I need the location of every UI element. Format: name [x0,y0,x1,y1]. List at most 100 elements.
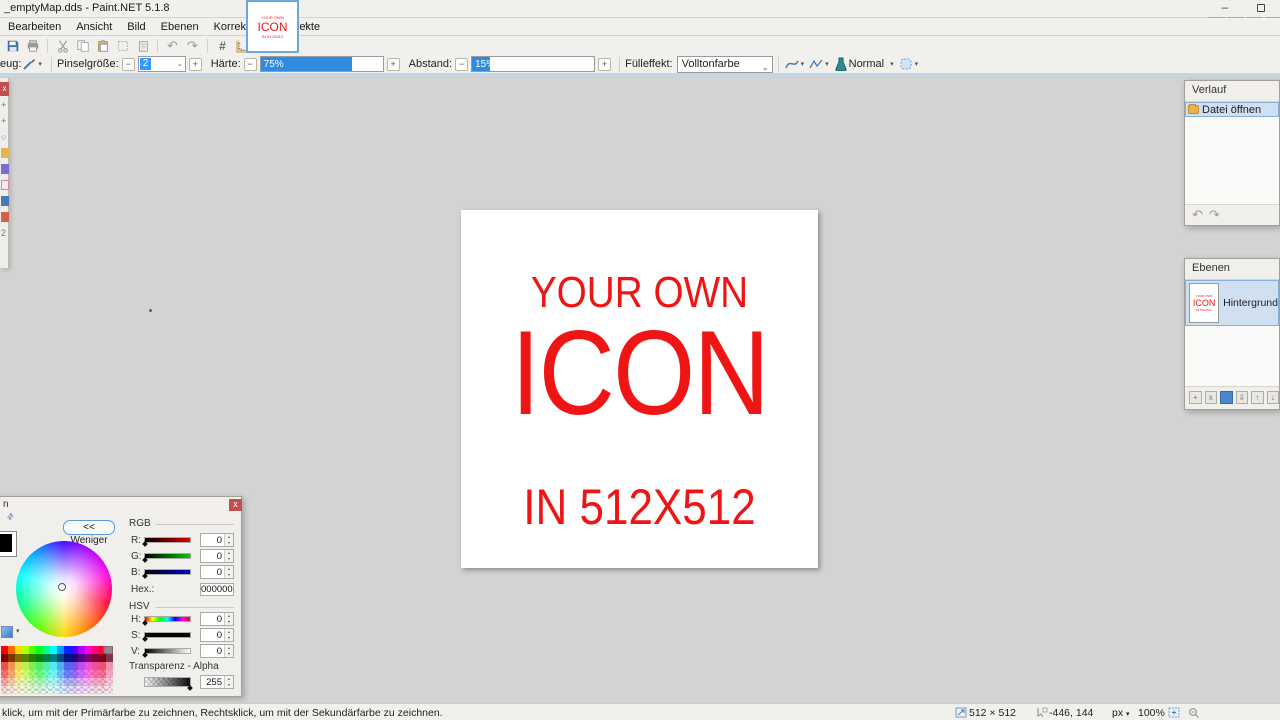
tool-fragment[interactable] [1,164,9,174]
menu-ansicht[interactable]: Ansicht [76,21,112,33]
palette-swatch[interactable] [78,646,85,654]
spinner-arrows[interactable]: ▴▾ [224,566,233,578]
palette-swatch[interactable] [43,670,50,678]
b-slider[interactable] [144,569,191,575]
palette-swatch[interactable] [36,686,43,694]
palette-swatch[interactable] [71,662,78,670]
palette-swatch[interactable] [57,686,64,694]
palette-swatch[interactable] [85,670,92,678]
history-item[interactable]: Datei öffnen [1185,102,1279,117]
spinner-arrows[interactable]: ▴▾ [224,613,233,625]
palette-swatch[interactable] [50,670,57,678]
palette-swatch[interactable] [1,646,8,654]
h-slider[interactable] [144,616,191,622]
fill-style-dropdown[interactable]: Volltonfarbe ⌄ [677,56,773,73]
brush-size-decrease-button[interactable]: − [122,58,135,71]
tool-fragment[interactable]: + [1,116,9,126]
palette-swatch[interactable] [15,686,22,694]
h-spinbox[interactable]: 0▴▾ [200,612,234,626]
tool-fragment[interactable]: + [1,100,9,110]
palette-swatch[interactable] [22,686,29,694]
palette-swatch[interactable] [71,670,78,678]
slider-thumb[interactable] [142,636,148,642]
add-layer-button[interactable]: + [1189,391,1202,404]
palette-swatch[interactable] [1,654,8,662]
palette-swatch[interactable] [50,686,57,694]
s-slider[interactable] [144,632,191,638]
palette-swatch[interactable] [78,654,85,662]
palette-swatch[interactable] [85,662,92,670]
r-slider[interactable] [144,537,191,543]
palette-swatch[interactable] [22,670,29,678]
tool-fragment[interactable] [1,148,9,158]
slider-thumb[interactable] [187,685,193,691]
palette-swatch[interactable] [57,654,64,662]
palette-swatch[interactable] [1,678,8,686]
duplicate-layer-button[interactable] [1220,391,1233,404]
tool-fragment[interactable] [1,212,9,222]
palette-swatch[interactable] [106,678,113,686]
close-icon[interactable]: x [0,82,9,96]
palette-swatch[interactable] [1,686,8,694]
palette-swatch[interactable] [99,654,106,662]
tool-dropdown-arrow[interactable]: ▾ [38,60,42,68]
move-layer-down-button[interactable]: ↓ [1267,391,1280,404]
brush-size-increase-button[interactable]: + [189,58,202,71]
fit-to-window-icon[interactable] [1168,707,1180,718]
undo-button[interactable]: ↶ [164,38,181,54]
palette-swatch[interactable] [78,670,85,678]
palette-swatch[interactable] [8,654,15,662]
palette-swatch[interactable] [64,646,71,654]
save-button[interactable] [4,38,21,54]
minimize-button[interactable]: – [1212,1,1238,15]
palette-swatch[interactable] [43,678,50,686]
palette-swatch[interactable] [50,654,57,662]
palette-swatch[interactable] [71,646,78,654]
palette-swatch[interactable] [43,662,50,670]
palette-swatch[interactable] [71,686,78,694]
palette-swatch[interactable] [92,678,99,686]
alpha-spinbox[interactable]: 255▴▾ [200,675,234,689]
palette-swatch[interactable] [22,662,29,670]
palette-swatch[interactable] [36,646,43,654]
palette-swatch[interactable] [8,646,15,654]
spinner-arrows[interactable]: ▴▾ [224,645,233,657]
palette-swatch[interactable] [106,670,113,678]
palette-swatch[interactable] [43,686,50,694]
primary-color-swatch[interactable] [0,531,17,557]
redo-button[interactable]: ↷ [184,38,201,54]
copy-button[interactable] [74,38,91,54]
palette-swatch[interactable] [15,646,22,654]
palette-swatch[interactable] [64,654,71,662]
alpha-slider[interactable] [144,677,191,687]
palette-swatch[interactable] [50,678,57,686]
palette-swatch[interactable] [29,646,36,654]
delete-layer-button[interactable]: x [1205,391,1218,404]
redo-icon[interactable]: ↷ [1209,207,1220,223]
palette-swatch[interactable] [64,670,71,678]
zoom-out-icon[interactable] [1188,707,1200,718]
tool-fragment[interactable]: 2 [1,228,9,238]
palette-swatch[interactable] [43,646,50,654]
palette-swatch[interactable] [15,678,22,686]
palette-swatch[interactable] [8,686,15,694]
palette-swatch[interactable] [57,662,64,670]
layer-row[interactable]: YOUR OWN ICON IN 512X512 Hintergrund [1185,280,1279,326]
palette-swatch[interactable] [92,686,99,694]
palette-swatch[interactable] [22,678,29,686]
palette-swatch[interactable] [57,646,64,654]
image-tab[interactable]: YOUR OWN ICON IN 512X512 [246,0,299,53]
menu-bild[interactable]: Bild [127,21,145,33]
palette-dropdown-button[interactable] [1,626,13,638]
palette-swatch[interactable] [8,678,15,686]
palette-swatch[interactable] [92,670,99,678]
move-layer-up-button[interactable]: ↑ [1251,391,1264,404]
palette-swatch[interactable] [106,662,113,670]
palette-dropdown-arrow[interactable]: ▾ [16,627,20,635]
close-icon[interactable]: x [229,499,242,511]
palette-swatch[interactable] [29,686,36,694]
r-spinbox[interactable]: 0▴▾ [200,533,234,547]
unit-dropdown[interactable]: px [1112,707,1123,719]
cut-button[interactable] [54,38,71,54]
palette-swatch[interactable] [78,678,85,686]
